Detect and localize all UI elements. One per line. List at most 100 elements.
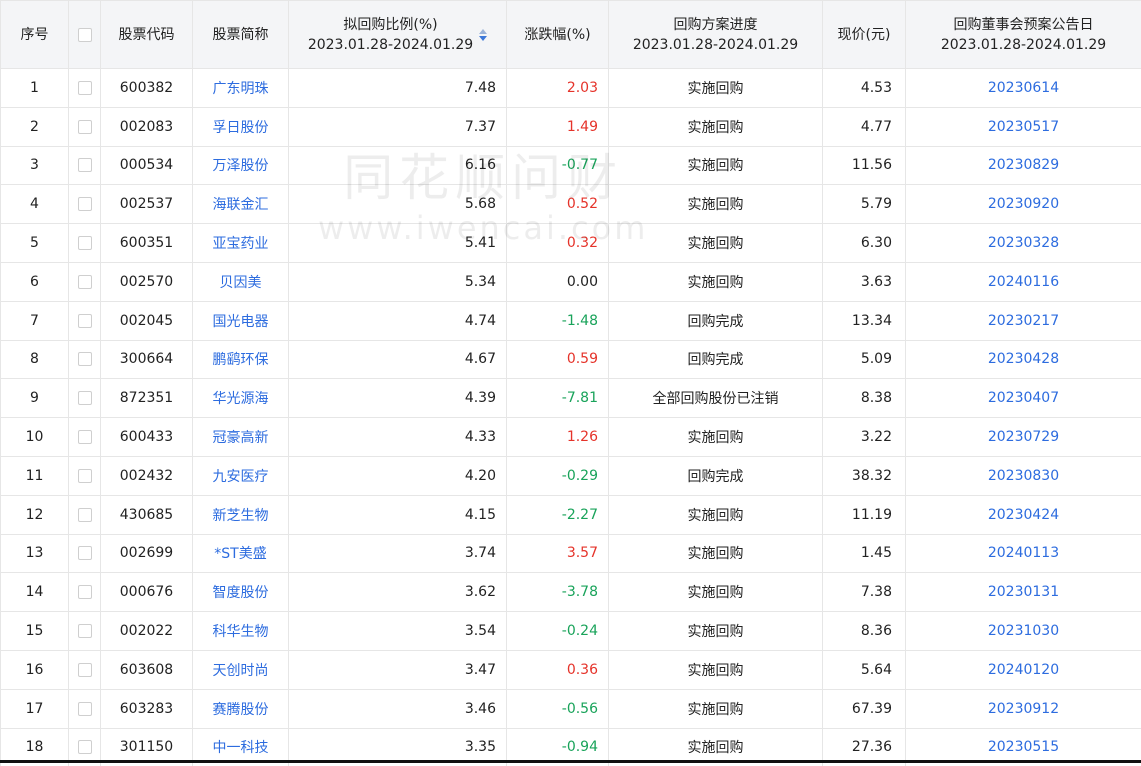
stock-name-link[interactable]: 亚宝药业 <box>213 236 269 252</box>
table-row[interactable]: 13 002699 *ST美盛 3.74 3.57 实施回购 1.45 20240113 <box>0 533 1141 574</box>
stock-name-link[interactable]: 冠豪高新 <box>213 430 269 446</box>
row-checkbox[interactable] <box>77 701 92 716</box>
row-checkbox[interactable] <box>77 158 92 173</box>
stock-name-link[interactable]: 新芝生物 <box>213 508 269 524</box>
table-row[interactable]: 15 002022 科华生物 3.54 -0.24 实施回购 8.36 20231030 <box>0 611 1141 651</box>
row-checkbox[interactable] <box>77 662 92 677</box>
row-select[interactable] <box>68 649 101 690</box>
table-row[interactable]: 1 600382 广东明珠 7.48 2.03 实施回购 4.53 20230614 <box>0 68 1141 108</box>
row-select[interactable] <box>68 455 101 496</box>
row-checkbox[interactable] <box>77 391 92 406</box>
row-select[interactable] <box>68 145 101 186</box>
table-row[interactable]: 11 002432 九安医疗 4.20 -0.29 回购完成 38.32 20230830 <box>0 455 1141 496</box>
announce-date-link[interactable]: 20230407 <box>988 390 1059 406</box>
header-progress[interactable]: 回购方案进度 2023.01.28-2024.01.29 <box>608 0 823 69</box>
row-checkbox[interactable] <box>77 119 92 134</box>
header-select-all[interactable] <box>68 0 101 69</box>
row-select[interactable] <box>68 223 101 263</box>
announce-date-link[interactable]: 20230517 <box>988 119 1059 135</box>
header-ratio[interactable]: 拟回购比例(%) 2023.01.28-2024.01.29 <box>288 0 507 69</box>
table-row[interactable]: 3 000534 万泽股份 6.16 -0.77 实施回购 11.56 20230829 <box>0 145 1141 186</box>
table-header: 序号 股票代码 股票简称 拟回购比例(%) 2023.01.28-2024.01… <box>0 0 1141 69</box>
row-select[interactable] <box>68 106 101 147</box>
table-row[interactable]: 4 002537 海联金汇 5.68 0.52 实施回购 5.79 20230920 <box>0 184 1141 225</box>
row-checkbox[interactable] <box>77 546 92 561</box>
table-row[interactable]: 5 600351 亚宝药业 5.41 0.32 实施回购 6.30 20230328 <box>0 223 1141 263</box>
stock-name-link[interactable]: 贝因美 <box>220 275 262 291</box>
announce-date-link[interactable]: 20240113 <box>988 545 1059 561</box>
row-checkbox[interactable] <box>77 197 92 212</box>
table-row[interactable]: 17 603283 赛腾股份 3.46 -0.56 实施回购 67.39 20230912 <box>0 688 1141 729</box>
announce-date-link[interactable]: 20231030 <box>988 623 1059 639</box>
announce-date-link[interactable]: 20240116 <box>988 274 1059 290</box>
header-code[interactable]: 股票代码 <box>100 0 193 69</box>
row-select[interactable] <box>68 688 101 729</box>
row-select[interactable] <box>68 572 101 613</box>
stock-name-link[interactable]: 鹏鹞环保 <box>213 352 269 368</box>
table-row[interactable]: 9 872351 华光源海 4.39 -7.81 全部回购股份已注销 8.38 2023040… <box>0 378 1141 419</box>
row-checkbox[interactable] <box>77 352 92 367</box>
row-checkbox[interactable] <box>77 80 92 95</box>
row-select[interactable] <box>68 494 101 535</box>
table-row[interactable]: 16 603608 天创时尚 3.47 0.36 实施回购 5.64 20240120 <box>0 649 1141 690</box>
select-all-checkbox[interactable] <box>77 27 92 42</box>
stock-name-link[interactable]: 孚日股份 <box>213 120 269 136</box>
announce-date-link[interactable]: 20230920 <box>988 196 1059 212</box>
stock-name-link[interactable]: 海联金汇 <box>213 197 269 213</box>
row-select[interactable] <box>68 68 101 108</box>
header-date[interactable]: 回购董事会预案公告日 2023.01.28-2024.01.29 <box>905 0 1141 69</box>
row-checkbox[interactable] <box>77 236 92 251</box>
announce-date-link[interactable]: 20230614 <box>988 80 1059 96</box>
stock-name-link[interactable]: 赛腾股份 <box>213 702 269 718</box>
stock-name-link[interactable]: 中一科技 <box>213 740 269 756</box>
announce-date-link[interactable]: 20230217 <box>988 313 1059 329</box>
header-change[interactable]: 涨跌幅(%) <box>506 0 609 69</box>
row-checkbox[interactable] <box>77 624 92 639</box>
announce-date-link[interactable]: 20240120 <box>988 662 1059 678</box>
table-row[interactable]: 7 002045 国光电器 4.74 -1.48 回购完成 13.34 20230217 <box>0 300 1141 341</box>
row-select[interactable] <box>68 611 101 651</box>
row-checkbox[interactable] <box>77 313 92 328</box>
announce-date-link[interactable]: 20230729 <box>988 429 1059 445</box>
announce-date-link[interactable]: 20230829 <box>988 157 1059 173</box>
announce-date-link[interactable]: 20230515 <box>988 739 1059 755</box>
row-select[interactable] <box>68 533 101 574</box>
stock-name-link[interactable]: *ST美盛 <box>214 546 266 562</box>
table-row[interactable]: 14 000676 智度股份 3.62 -3.78 实施回购 7.38 20230131 <box>0 572 1141 613</box>
announce-date-link[interactable]: 20230328 <box>988 235 1059 251</box>
table-row[interactable]: 12 430685 新芝生物 4.15 -2.27 实施回购 11.19 20230424 <box>0 494 1141 535</box>
table-row[interactable]: 10 600433 冠豪高新 4.33 1.26 实施回购 3.22 20230729 <box>0 417 1141 457</box>
stock-name-link[interactable]: 智度股份 <box>213 585 269 601</box>
sort-icon[interactable] <box>479 28 488 41</box>
header-price[interactable]: 现价(元) <box>822 0 906 69</box>
stock-name-link[interactable]: 天创时尚 <box>213 663 269 679</box>
row-checkbox[interactable] <box>77 507 92 522</box>
row-checkbox[interactable] <box>77 740 92 755</box>
row-select[interactable] <box>68 184 101 225</box>
stock-name-link[interactable]: 万泽股份 <box>213 158 269 174</box>
stock-name-link[interactable]: 国光电器 <box>213 314 269 330</box>
table-row[interactable]: 8 300664 鹏鹞环保 4.67 0.59 回购完成 5.09 20230428 <box>0 339 1141 380</box>
row-select[interactable] <box>68 261 101 302</box>
row-select[interactable] <box>68 300 101 341</box>
announce-date-link[interactable]: 20230912 <box>988 701 1059 717</box>
row-checkbox[interactable] <box>77 585 92 600</box>
stock-name-link[interactable]: 科华生物 <box>213 624 269 640</box>
announce-date-link[interactable]: 20230830 <box>988 468 1059 484</box>
row-select[interactable] <box>68 417 101 457</box>
announce-date-link[interactable]: 20230131 <box>988 584 1059 600</box>
announce-date-link[interactable]: 20230424 <box>988 507 1059 523</box>
row-checkbox[interactable] <box>77 430 92 445</box>
row-select[interactable] <box>68 378 101 419</box>
table-row[interactable]: 6 002570 贝因美 5.34 0.00 实施回购 3.63 20240116 <box>0 261 1141 302</box>
table-row[interactable]: 2 002083 孚日股份 7.37 1.49 实施回购 4.77 20230517 <box>0 106 1141 147</box>
stock-name-link[interactable]: 广东明珠 <box>213 81 269 97</box>
stock-code: 603283 <box>100 688 193 729</box>
row-checkbox[interactable] <box>77 274 92 289</box>
header-name[interactable]: 股票简称 <box>192 0 289 69</box>
announce-date-link[interactable]: 20230428 <box>988 351 1059 367</box>
stock-name-link[interactable]: 华光源海 <box>213 391 269 407</box>
row-checkbox[interactable] <box>77 468 92 483</box>
row-select[interactable] <box>68 339 101 380</box>
stock-name-link[interactable]: 九安医疗 <box>213 469 269 485</box>
